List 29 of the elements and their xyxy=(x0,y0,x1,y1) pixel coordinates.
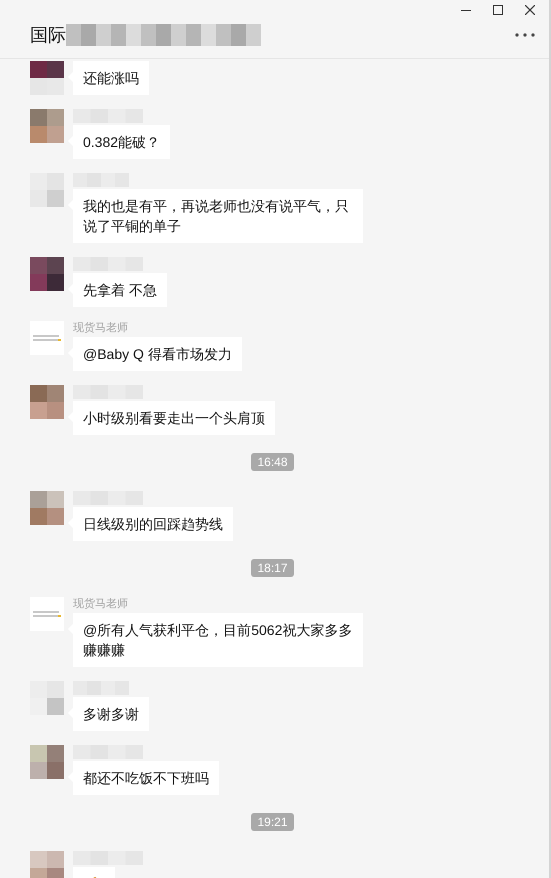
avatar-icon xyxy=(30,173,64,207)
avatar-icon xyxy=(30,385,64,419)
message-bubble: 我的也是有平，再说老师也没有说平气，只说了平铜的单子 xyxy=(68,189,363,243)
avatar-icon xyxy=(30,491,64,525)
close-icon[interactable] xyxy=(525,5,535,15)
avatar-icon xyxy=(30,109,64,143)
message-bubble: 小时级别看要走出一个头肩顶 xyxy=(68,401,275,435)
message-bubble: 多谢多谢 xyxy=(68,697,149,731)
timestamp: 18:17 xyxy=(251,559,294,577)
message-bubble: 0.382能破？ xyxy=(68,125,170,159)
avatar-icon xyxy=(30,61,64,95)
message-bubble: @所有人气获利平仓，目前5062祝大家多多赚赚赚 xyxy=(68,613,363,667)
more-icon[interactable] xyxy=(515,33,535,37)
window-title: 国际 xyxy=(30,24,66,47)
avatar-icon xyxy=(30,851,64,878)
message-bubble: 还能涨吗 xyxy=(68,61,149,95)
avatar-icon xyxy=(30,257,64,291)
timestamp: 16:48 xyxy=(251,453,294,471)
maximize-icon[interactable] xyxy=(493,5,503,15)
avatar-icon xyxy=(30,681,64,715)
sender-name: 现货马老师 xyxy=(73,597,128,612)
timestamp: 19:21 xyxy=(251,813,294,831)
avatar-icon xyxy=(30,745,64,779)
sender-name: 现货马老师 xyxy=(73,321,128,336)
message-bubble: @Baby Q 得看市场发力 xyxy=(68,337,242,371)
blurred-title-icon xyxy=(66,24,261,46)
message-bubble: 都还不吃饭不下班吗 xyxy=(68,761,219,795)
message-bubble: 先拿着 不急 xyxy=(68,273,167,307)
message-bubble: 日线级别的回踩趋势线 xyxy=(68,507,233,541)
